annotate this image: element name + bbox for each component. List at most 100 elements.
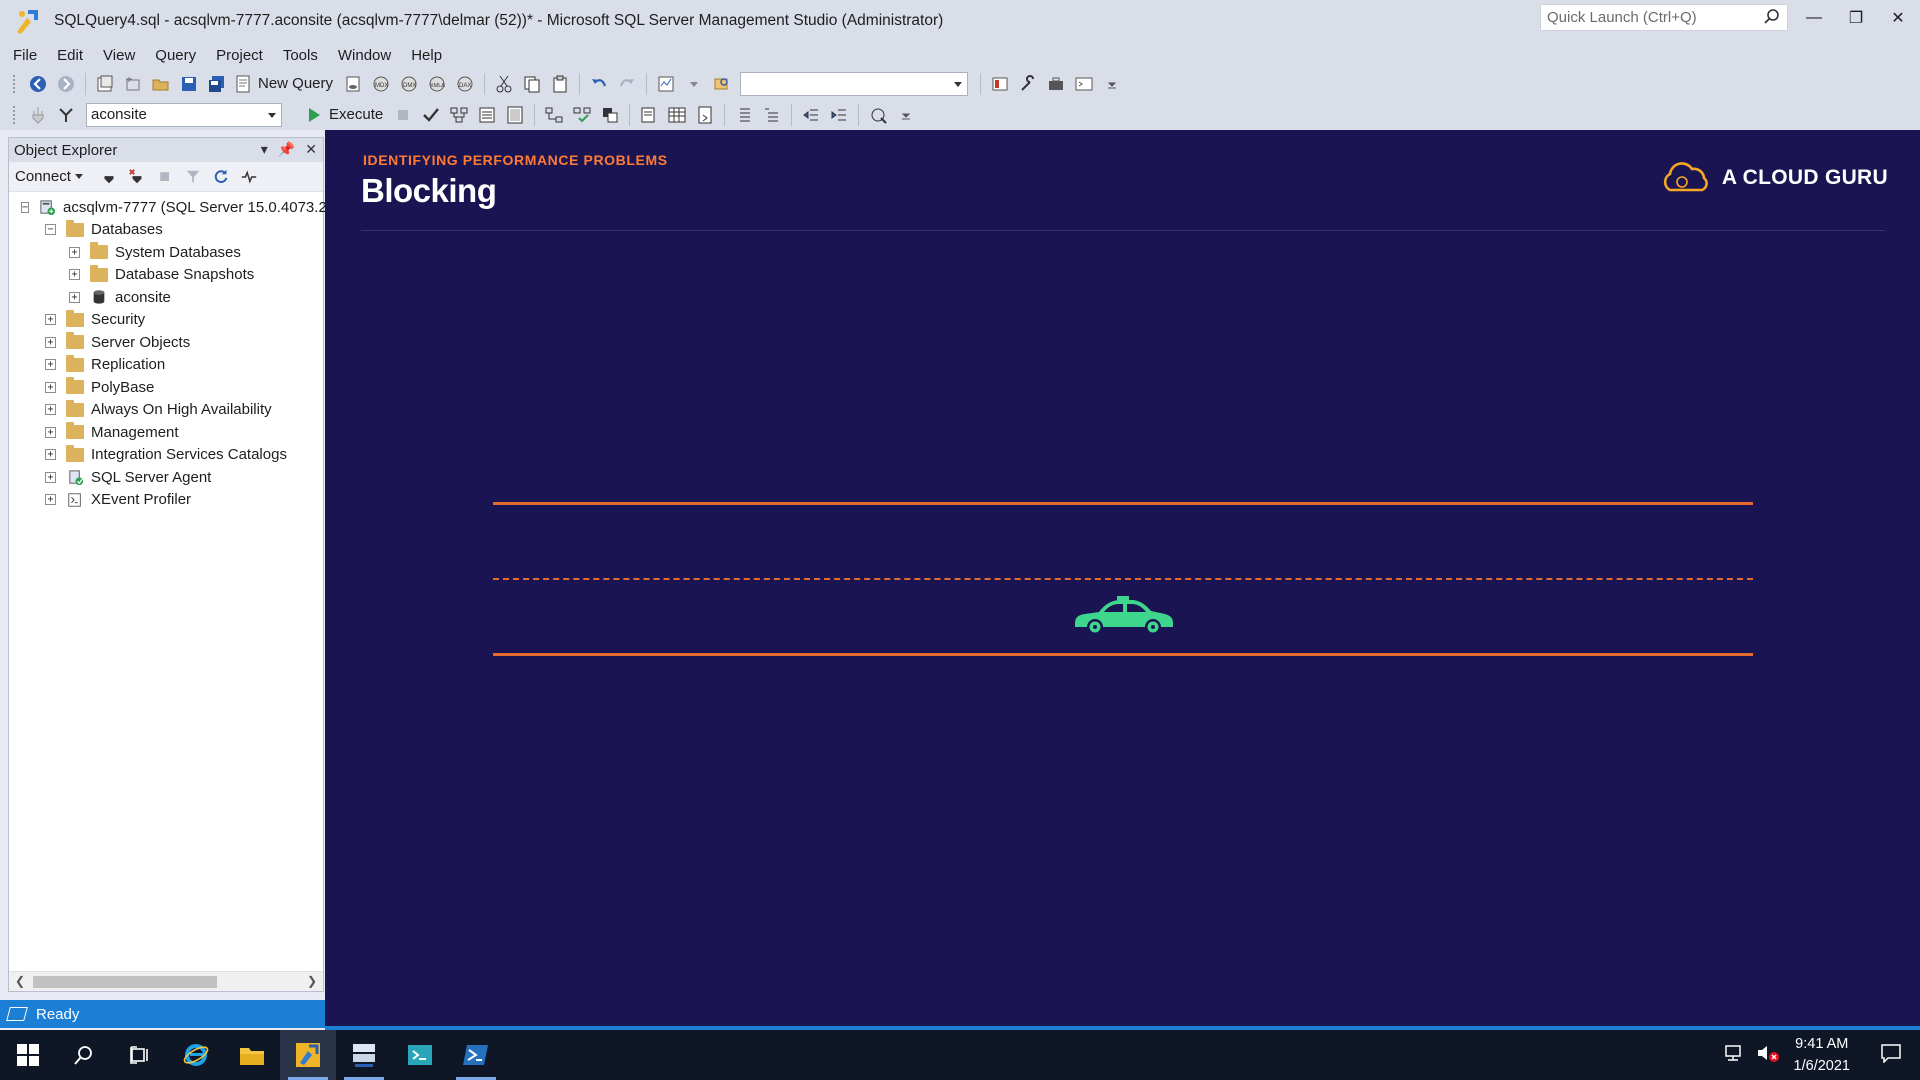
- search-icon[interactable]: [1763, 8, 1781, 26]
- powershell-icon[interactable]: [448, 1030, 504, 1080]
- connect-dropdown[interactable]: Connect: [15, 168, 83, 185]
- minimize-button[interactable]: —: [1798, 6, 1830, 30]
- available-databases-combo[interactable]: aconsite: [86, 102, 282, 127]
- close-window-button[interactable]: ✕: [1882, 6, 1914, 30]
- new-query-button[interactable]: New Query: [233, 74, 333, 94]
- task-view-icon[interactable]: [112, 1030, 168, 1080]
- ssms-icon[interactable]: [280, 1030, 336, 1080]
- volume-muted-icon[interactable]: [1756, 1043, 1780, 1067]
- horizontal-scrollbar[interactable]: ❮ ❯: [9, 971, 323, 991]
- forward-icon[interactable]: [54, 72, 78, 96]
- file-explorer-icon[interactable]: [224, 1030, 280, 1080]
- scrollbar-thumb[interactable]: [33, 976, 217, 988]
- tree-node-aconsite[interactable]: + aconsite: [9, 286, 323, 309]
- registered-servers-icon[interactable]: [988, 72, 1012, 96]
- change-connection-icon[interactable]: [54, 103, 78, 127]
- expand-toggle-icon[interactable]: +: [45, 314, 56, 326]
- tree-node-always-on-high-availability[interactable]: + Always On High Availability: [9, 399, 323, 422]
- client-statistics-icon[interactable]: [598, 103, 622, 127]
- menu-file[interactable]: File: [6, 47, 50, 64]
- toolbar-grip[interactable]: [12, 104, 16, 125]
- disconnect-icon[interactable]: [127, 167, 147, 187]
- back-icon[interactable]: [26, 72, 50, 96]
- database-engine-query-icon[interactable]: [341, 72, 365, 96]
- console-icon[interactable]: [1072, 72, 1096, 96]
- expand-toggle-icon[interactable]: +: [45, 404, 56, 416]
- add-item-icon[interactable]: [121, 72, 145, 96]
- tree-node-databases[interactable]: − Databases: [9, 219, 323, 242]
- uncomment-lines-icon[interactable]: [760, 103, 784, 127]
- connect-plug-icon[interactable]: [99, 167, 119, 187]
- save-icon[interactable]: [177, 72, 201, 96]
- toolbox-icon[interactable]: [1044, 72, 1068, 96]
- sql-tools-icon[interactable]: [392, 1030, 448, 1080]
- tree-node-system-databases[interactable]: + System Databases: [9, 241, 323, 264]
- tree-node-acsqlvm-7777-sql-server-15-0-4073-23[interactable]: − acsqlvm-7777 (SQL Server 15.0.4073.23: [9, 196, 335, 219]
- execute-button[interactable]: Execute: [304, 105, 383, 125]
- results-to-file-icon[interactable]: [693, 103, 717, 127]
- parse-checkmark-icon[interactable]: [419, 103, 443, 127]
- quick-launch-input[interactable]: Quick Launch (Ctrl+Q): [1540, 4, 1788, 31]
- activity-monitor-icon[interactable]: [654, 72, 678, 96]
- live-query-stats-icon[interactable]: [570, 103, 594, 127]
- find-combo[interactable]: [740, 71, 969, 96]
- tree-node-xevent-profiler[interactable]: + XEvent Profiler: [9, 489, 323, 512]
- taskbar-clock[interactable]: 9:41 AM 1/6/2021: [1794, 1033, 1850, 1077]
- dmx-query-icon[interactable]: DMX: [397, 72, 421, 96]
- tree-node-security[interactable]: + Security: [9, 309, 323, 332]
- expand-toggle-icon[interactable]: +: [45, 426, 56, 438]
- specify-template-values-icon[interactable]: [866, 103, 890, 127]
- include-actual-plan-icon[interactable]: [542, 103, 566, 127]
- pin-icon[interactable]: 📌: [278, 141, 295, 158]
- decrease-indent-icon[interactable]: [799, 103, 823, 127]
- dax-query-icon[interactable]: DAX: [453, 72, 477, 96]
- network-icon[interactable]: [1722, 1044, 1744, 1066]
- find-icon[interactable]: [710, 72, 734, 96]
- server-manager-icon[interactable]: [336, 1030, 392, 1080]
- tree-node-database-snapshots[interactable]: + Database Snapshots: [9, 264, 323, 287]
- results-to-grid-icon[interactable]: [665, 103, 689, 127]
- cut-icon[interactable]: [492, 72, 516, 96]
- menu-window[interactable]: Window: [331, 47, 404, 64]
- expand-toggle-icon[interactable]: +: [45, 381, 56, 393]
- expand-toggle-icon[interactable]: +: [45, 449, 56, 461]
- tree-node-polybase[interactable]: + PolyBase: [9, 376, 323, 399]
- collapse-toggle-icon[interactable]: −: [21, 201, 30, 213]
- tree-node-server-objects[interactable]: + Server Objects: [9, 331, 323, 354]
- open-file-icon[interactable]: [149, 72, 173, 96]
- menu-help[interactable]: Help: [404, 47, 455, 64]
- expand-toggle-icon[interactable]: +: [69, 246, 80, 258]
- refresh-icon[interactable]: [211, 167, 231, 187]
- toolbar-overflow-icon[interactable]: [1100, 72, 1124, 96]
- stop-icon[interactable]: [155, 167, 175, 187]
- xmla-query-icon[interactable]: XMLA: [425, 72, 449, 96]
- save-all-icon[interactable]: [205, 72, 229, 96]
- scroll-left-icon[interactable]: ❮: [15, 974, 25, 988]
- expand-toggle-icon[interactable]: +: [69, 269, 80, 281]
- notifications-icon[interactable]: [1880, 1043, 1902, 1067]
- collapse-toggle-icon[interactable]: −: [45, 224, 56, 236]
- expand-toggle-icon[interactable]: +: [45, 359, 56, 371]
- expand-toggle-icon[interactable]: +: [45, 494, 56, 506]
- close-panel-icon[interactable]: ✕: [305, 141, 317, 158]
- expand-toggle-icon[interactable]: +: [69, 291, 80, 303]
- toolbar-overflow-icon[interactable]: [894, 103, 918, 127]
- undo-icon[interactable]: [587, 72, 611, 96]
- windows-start-icon[interactable]: [0, 1030, 56, 1080]
- internet-explorer-icon[interactable]: [168, 1030, 224, 1080]
- tree-node-management[interactable]: + Management: [9, 421, 323, 444]
- display-estimated-plan-icon[interactable]: [447, 103, 471, 127]
- activity-monitor-icon[interactable]: [239, 167, 259, 187]
- expand-toggle-icon[interactable]: +: [45, 336, 56, 348]
- connect-icon[interactable]: [26, 103, 50, 127]
- search-icon[interactable]: [56, 1030, 112, 1080]
- tree-node-sql-server-agent[interactable]: + SQL Server Agent: [9, 466, 323, 489]
- redo-icon[interactable]: [615, 72, 639, 96]
- menu-tools[interactable]: Tools: [276, 47, 331, 64]
- toolbar-grip[interactable]: [12, 73, 16, 94]
- mdx-query-icon[interactable]: MDX: [369, 72, 393, 96]
- panel-dropdown-icon[interactable]: ▾: [261, 141, 268, 158]
- tree-node-integration-services-catalogs[interactable]: + Integration Services Catalogs: [9, 444, 323, 467]
- increase-indent-icon[interactable]: [827, 103, 851, 127]
- filter-icon[interactable]: [183, 167, 203, 187]
